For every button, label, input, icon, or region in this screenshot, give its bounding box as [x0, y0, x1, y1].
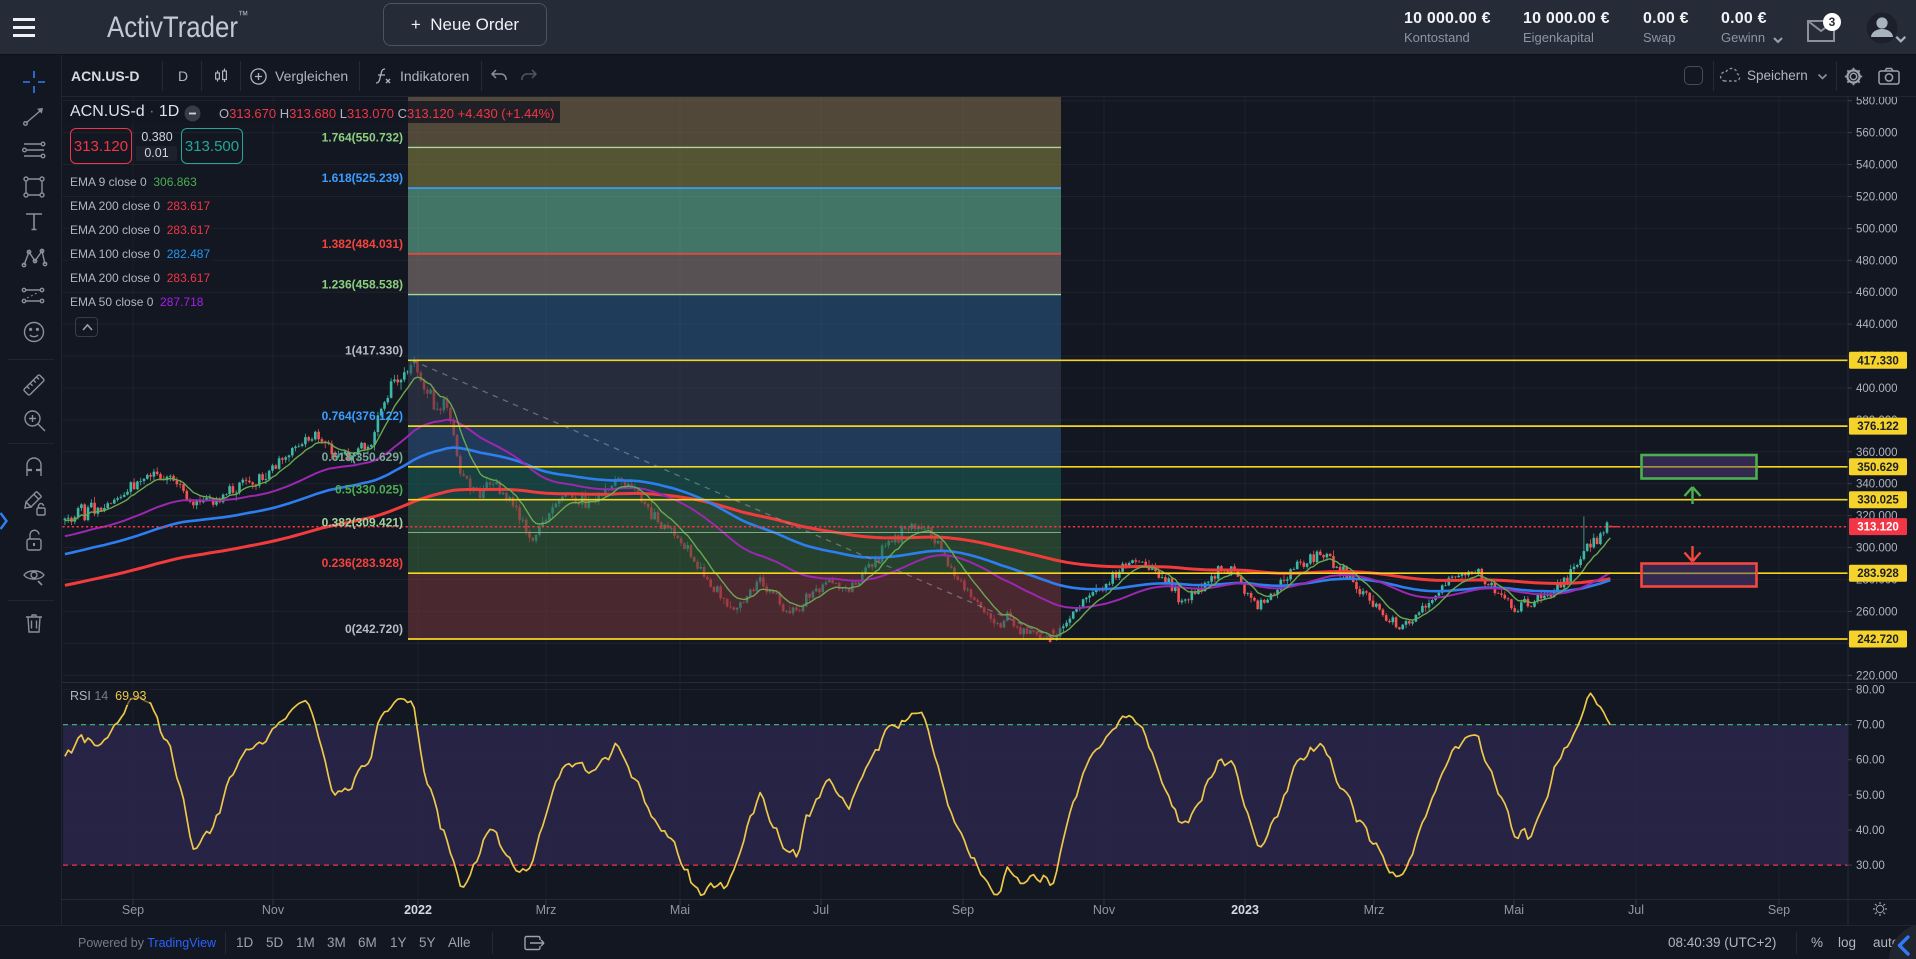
svg-text:440.000: 440.000 [1856, 319, 1898, 331]
svg-text:Jul: Jul [1628, 903, 1644, 917]
svg-text:1(417.330): 1(417.330) [345, 343, 403, 357]
svg-text:220.000: 220.000 [1856, 670, 1898, 682]
svg-text:30.00: 30.00 [1856, 860, 1885, 872]
svg-text:500.000: 500.000 [1856, 223, 1898, 235]
svg-text:2022: 2022 [404, 903, 432, 917]
svg-text:260.000: 260.000 [1856, 606, 1898, 618]
svg-text:40.00: 40.00 [1856, 825, 1885, 837]
svg-text:Mai: Mai [670, 903, 690, 917]
svg-text:0.236(283.928): 0.236(283.928) [322, 556, 403, 570]
svg-text:Sep: Sep [1768, 903, 1790, 917]
svg-text:400.000: 400.000 [1856, 383, 1898, 395]
svg-text:Sep: Sep [952, 903, 974, 917]
svg-text:Mai: Mai [1504, 903, 1524, 917]
svg-text:460.000: 460.000 [1856, 287, 1898, 299]
svg-text:300.000: 300.000 [1856, 543, 1898, 555]
svg-text:560.000: 560.000 [1856, 128, 1898, 140]
svg-text:540.000: 540.000 [1856, 160, 1898, 172]
svg-text:0.382(309.421): 0.382(309.421) [322, 516, 403, 530]
svg-text:60.00: 60.00 [1856, 755, 1885, 767]
svg-text:1.382(484.031): 1.382(484.031) [322, 237, 403, 251]
svg-text:Mrz: Mrz [536, 903, 557, 917]
svg-text:Sep: Sep [122, 903, 144, 917]
svg-text:340.000: 340.000 [1856, 479, 1898, 491]
svg-text:330.025: 330.025 [1857, 495, 1899, 507]
svg-text:376.122: 376.122 [1857, 421, 1899, 433]
svg-text:520.000: 520.000 [1856, 192, 1898, 204]
svg-text:1.618(525.239): 1.618(525.239) [322, 171, 403, 185]
svg-text:2023: 2023 [1231, 903, 1259, 917]
svg-text:0.764(376.122): 0.764(376.122) [322, 409, 403, 423]
svg-text:580.000: 580.000 [1856, 96, 1898, 108]
svg-text:283.928: 283.928 [1857, 568, 1899, 580]
svg-text:80.00: 80.00 [1856, 685, 1885, 697]
svg-text:480.000: 480.000 [1856, 255, 1898, 267]
svg-text:0(242.720): 0(242.720) [345, 622, 403, 636]
svg-text:360.000: 360.000 [1856, 447, 1898, 459]
svg-text:1.764(550.732): 1.764(550.732) [322, 130, 403, 144]
svg-text:242.720: 242.720 [1857, 634, 1899, 646]
svg-text:50.00: 50.00 [1856, 790, 1885, 802]
svg-text:Nov: Nov [262, 903, 285, 917]
svg-text:Nov: Nov [1093, 903, 1116, 917]
svg-text:70.00: 70.00 [1856, 720, 1885, 732]
svg-text:417.330: 417.330 [1857, 355, 1899, 367]
svg-text:350.629: 350.629 [1857, 462, 1899, 474]
svg-text:0.618(350.629): 0.618(350.629) [322, 450, 403, 464]
svg-text:Jul: Jul [813, 903, 829, 917]
svg-text:313.120: 313.120 [1857, 522, 1899, 534]
svg-text:Mrz: Mrz [1364, 903, 1385, 917]
svg-text:1.236(458.538): 1.236(458.538) [322, 278, 403, 292]
svg-text:0.5(330.025): 0.5(330.025) [335, 483, 403, 497]
svg-text:3: 3 [1829, 15, 1836, 29]
